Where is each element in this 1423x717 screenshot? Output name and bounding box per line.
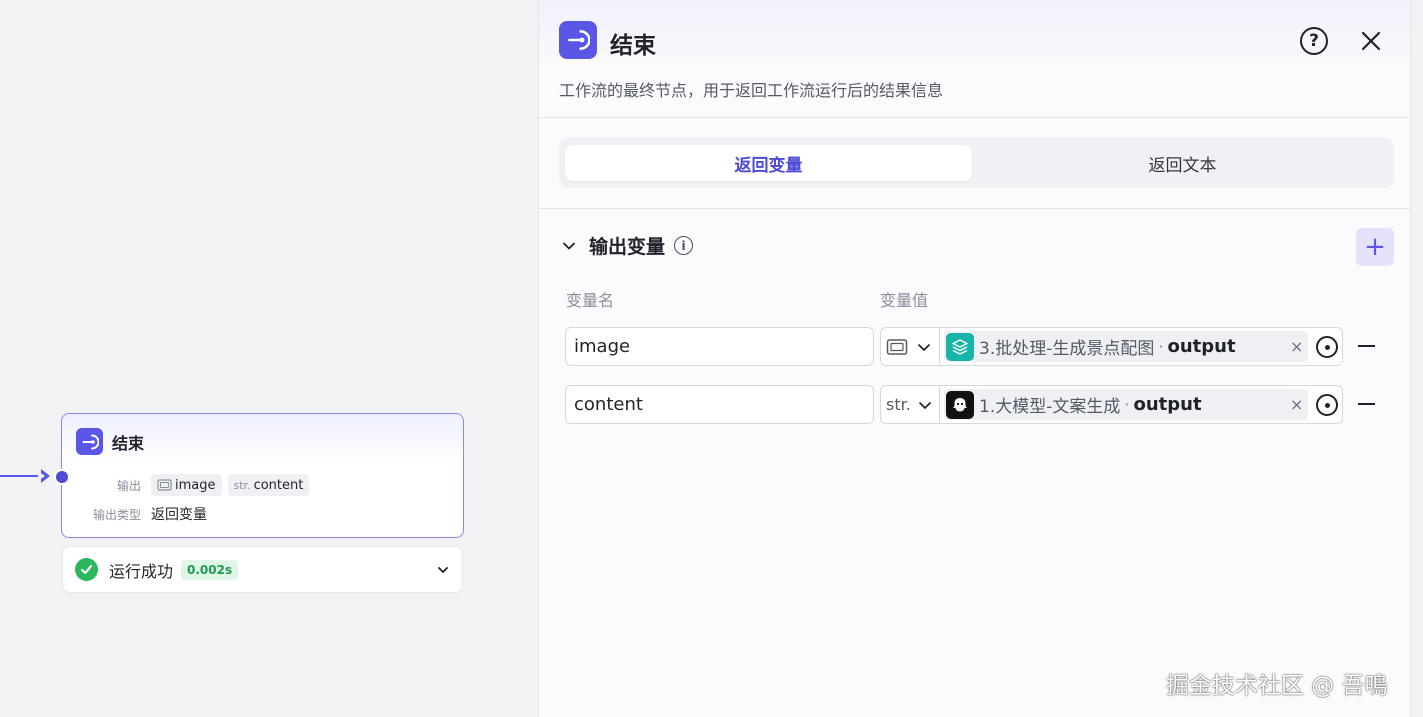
success-check-icon	[75, 558, 98, 581]
variable-type-select[interactable]: str.	[881, 386, 940, 423]
layers-icon	[946, 332, 974, 361]
column-header-value: 变量值	[880, 291, 929, 310]
output-label: 输出	[116, 478, 141, 493]
node-output-type-row: 输出类型 返回变量	[76, 504, 207, 524]
panel-title[interactable]: 结束	[610, 26, 656, 60]
panel-header: 结束 ? 工作流的最终节点，用于返回工作流运行后的结果信息	[539, 0, 1410, 118]
image-icon	[157, 479, 172, 491]
clear-reference-icon[interactable]: ×	[1290, 337, 1303, 356]
chevron-down-icon	[918, 401, 931, 409]
tag-type: str.	[233, 478, 251, 492]
run-duration-badge: 0.002s	[181, 559, 239, 580]
tag-name: image	[175, 477, 216, 493]
output-mode-tabs: 返回变量 返回文本	[559, 137, 1394, 188]
variable-reference-chip[interactable]: 1.大模型-文案生成 · output ×	[944, 389, 1308, 420]
workflow-canvas[interactable]: 结束 输出 image str. content 输出类型 返回变量 运行成功 …	[0, 0, 538, 717]
end-node-icon	[76, 428, 103, 455]
tag-name: content	[253, 477, 304, 493]
edge-arrow-head	[38, 469, 50, 483]
reference-output: output	[1167, 336, 1236, 357]
output-tag-image: image	[151, 474, 222, 496]
chevron-down-icon[interactable]	[436, 563, 450, 577]
tab-return-text[interactable]: 返回文本	[979, 145, 1386, 181]
chevron-down-icon[interactable]	[561, 238, 577, 254]
chevron-down-icon	[918, 343, 930, 351]
output-type-value: 返回变量	[151, 507, 207, 523]
variable-name-input[interactable]	[565, 385, 874, 424]
reference-source: 1.大模型-文案生成	[979, 397, 1121, 417]
close-icon[interactable]	[1357, 27, 1385, 55]
node-title: 结束	[112, 433, 145, 453]
reference-separator: ·	[1158, 337, 1164, 356]
variable-value-field: str. 1.大模型-文案生成 · output ×	[880, 385, 1343, 424]
reference-separator: ·	[1124, 395, 1130, 414]
reference-source: 3.批处理-生成景点配图	[979, 339, 1155, 359]
output-type-label: 输出类型	[92, 507, 141, 522]
section-title: 输出变量	[589, 236, 666, 258]
variable-row: str. 1.大模型-文案生成 · output ×	[565, 385, 1395, 425]
type-str-label: str.	[886, 395, 911, 414]
variable-type-select[interactable]	[881, 328, 940, 365]
output-tag-content: str. content	[227, 474, 310, 496]
node-output-row: 输出 image str. content	[102, 474, 315, 496]
clear-reference-icon[interactable]: ×	[1290, 395, 1303, 414]
variable-row: 3.批处理-生成景点配图 · output ×	[565, 327, 1395, 367]
variable-picker-icon[interactable]	[1316, 336, 1338, 358]
node-header: 结束	[76, 428, 144, 455]
divider	[539, 208, 1410, 209]
tab-return-variables[interactable]: 返回变量	[565, 145, 972, 181]
column-header-name: 变量名	[566, 291, 615, 310]
variable-value-field: 3.批处理-生成景点配图 · output ×	[880, 327, 1343, 366]
end-node-card[interactable]: 结束 输出 image str. content 输出类型 返回变量	[61, 413, 464, 538]
info-icon[interactable]: i	[674, 236, 694, 255]
run-status-text: 运行成功	[109, 561, 174, 581]
end-node-icon	[559, 21, 597, 59]
run-status-card[interactable]: 运行成功 0.002s	[62, 546, 463, 593]
output-variables-section-header[interactable]: 输出变量 i	[561, 232, 694, 259]
remove-variable-button[interactable]	[1358, 345, 1375, 347]
watermark: 掘金技术社区 @ 吾鳴	[1166, 673, 1388, 699]
image-icon	[886, 338, 908, 355]
remove-variable-button[interactable]	[1358, 403, 1375, 405]
input-port[interactable]	[54, 469, 70, 485]
llm-bot-icon	[946, 390, 974, 419]
add-variable-button[interactable]: +	[1356, 228, 1394, 266]
variable-name-input[interactable]	[565, 327, 874, 366]
variable-reference-chip[interactable]: 3.批处理-生成景点配图 · output ×	[944, 331, 1308, 362]
reference-output: output	[1133, 394, 1202, 415]
node-config-panel: 结束 ? 工作流的最终节点，用于返回工作流运行后的结果信息 返回变量 返回文本 …	[538, 0, 1411, 717]
variable-picker-icon[interactable]	[1316, 394, 1338, 416]
panel-description: 工作流的最终节点，用于返回工作流运行后的结果信息	[559, 81, 944, 100]
help-icon[interactable]: ?	[1300, 27, 1328, 55]
